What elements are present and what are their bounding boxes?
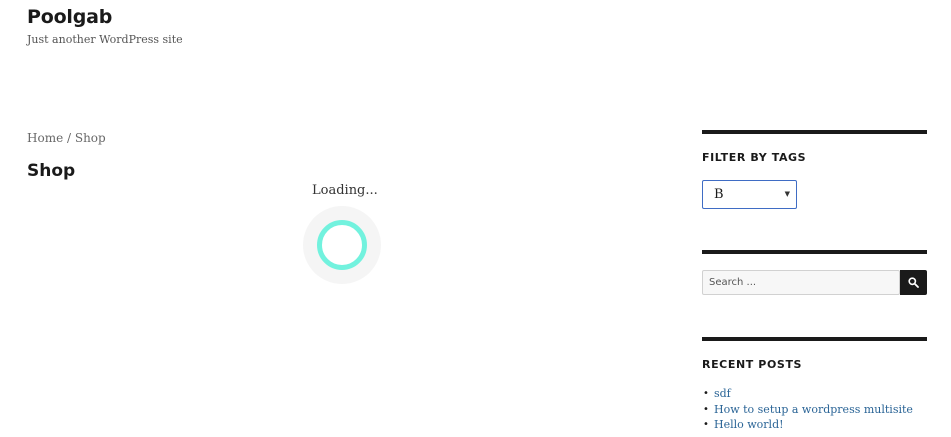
search-widget-divider — [702, 250, 927, 254]
breadcrumb-current: Shop — [74, 131, 106, 145]
list-item: • sdf — [702, 386, 913, 402]
tag-filter-select[interactable]: B ▼ — [702, 180, 797, 209]
recent-posts-list: • sdf • How to setup a wordpress multisite… — [702, 386, 913, 433]
bullet-icon: • — [703, 388, 709, 399]
breadcrumb-separator: / — [63, 131, 75, 145]
loading-spinner-icon — [317, 220, 367, 270]
search-input[interactable]: Search ... — [702, 270, 900, 295]
search-button[interactable] — [900, 270, 927, 295]
recent-post-link[interactable]: sdf — [714, 387, 731, 400]
triangle-down-icon: ▼ — [784, 190, 790, 198]
filter-widget-divider — [702, 130, 927, 134]
filter-widget-title: FILTER BY TAGS — [702, 151, 807, 164]
recent-posts-title: RECENT POSTS — [702, 358, 803, 371]
loading-text: Loading... — [312, 183, 378, 198]
search-icon — [908, 277, 919, 288]
bullet-icon: • — [703, 403, 709, 415]
bullet-icon: • — [703, 419, 709, 430]
recent-posts-divider — [702, 337, 927, 341]
site-tagline: Just another WordPress site — [27, 33, 183, 46]
recent-post-link[interactable]: How to setup a wordpress multisite — [714, 403, 913, 416]
recent-post-link[interactable]: Hello world! — [714, 418, 784, 431]
tag-filter-selected-value: B — [714, 187, 724, 202]
list-item: • Hello world! — [702, 417, 913, 433]
site-title[interactable]: Poolgab — [27, 6, 112, 28]
list-item: • How to setup a wordpress multisite — [702, 402, 913, 418]
breadcrumb: Home / Shop — [27, 131, 106, 145]
page-title: Shop — [27, 161, 76, 181]
breadcrumb-home-link[interactable]: Home — [27, 131, 63, 145]
